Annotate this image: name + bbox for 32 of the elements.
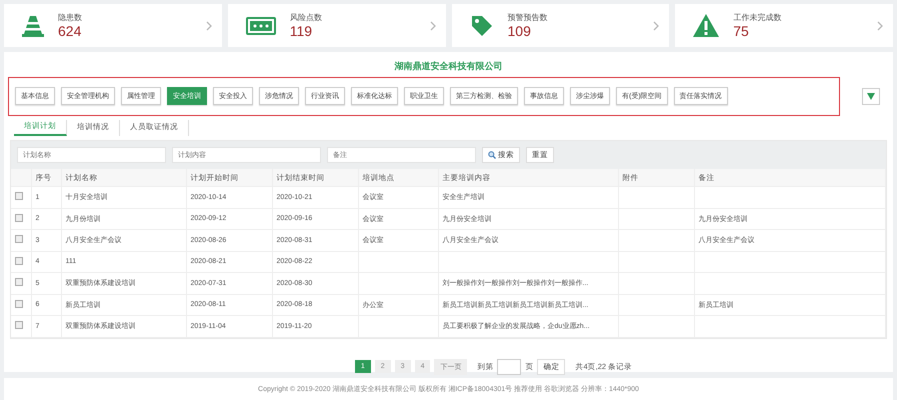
chevron-right-icon[interactable] (877, 20, 883, 30)
row-checkbox[interactable] (15, 256, 23, 265)
row-checkbox[interactable] (15, 192, 23, 200)
stat-label: 风险点数 (290, 12, 323, 23)
row-checkbox[interactable] (15, 278, 23, 286)
page-number-field[interactable] (497, 358, 522, 374)
stat-card[interactable]: 风险点数 119 (228, 4, 446, 47)
stat-label: 隐患数 (58, 12, 83, 23)
stat-value: 75 (733, 23, 750, 39)
stat-value: 119 (290, 23, 314, 39)
traffic-cone-icon (22, 14, 44, 38)
search-icon (488, 151, 496, 159)
chevron-right-icon[interactable] (430, 20, 436, 30)
triangle-down-icon (867, 93, 875, 100)
company-title: 湖南鼎道安全科技有限公司 (394, 60, 504, 73)
chevron-right-icon[interactable] (653, 20, 660, 30)
stat-value: 109 (508, 23, 532, 39)
row-checkbox[interactable] (15, 235, 23, 244)
row-checkbox[interactable] (15, 321, 23, 330)
stat-label: 工作未完成数 (733, 12, 782, 23)
row-checkbox[interactable] (15, 300, 23, 308)
ticket-icon (246, 16, 276, 34)
price-tag-icon (470, 14, 494, 38)
stat-value: 624 (58, 23, 82, 39)
dropdown-button[interactable] (862, 88, 880, 105)
stat-card[interactable]: 工作未完成数 75 (675, 4, 893, 47)
chevron-right-icon[interactable] (206, 20, 212, 30)
warning-icon (693, 14, 720, 37)
row-checkbox[interactable] (15, 214, 23, 222)
stat-card[interactable]: 隐患数 624 (4, 4, 222, 47)
stat-card[interactable]: 预警预告数 109 (452, 4, 670, 47)
stat-label: 预警预告数 (508, 12, 548, 23)
